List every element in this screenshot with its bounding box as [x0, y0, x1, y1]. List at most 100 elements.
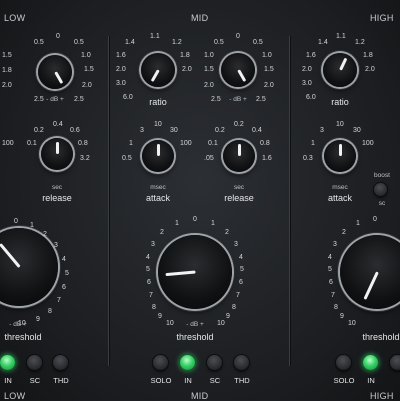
scale-label: 1.5	[84, 66, 94, 73]
scale-label: 5	[328, 266, 332, 273]
high-sc-button[interactable]	[390, 355, 400, 370]
mid-ratio-knob[interactable]	[141, 53, 175, 87]
scale-label: 0.2	[34, 127, 44, 134]
scale-label: 1.0	[262, 52, 272, 59]
low-in-button[interactable]	[0, 355, 15, 370]
scale-label: 4	[146, 254, 150, 261]
scale-label: 7	[236, 292, 240, 299]
db-unit: - dB +	[46, 96, 64, 103]
band-label-mid: MID	[191, 13, 209, 23]
mid-attack-knob[interactable]	[142, 140, 174, 172]
threshold-label: threshold	[176, 332, 214, 342]
mid-in-label: IN	[184, 376, 192, 385]
release-label: release	[224, 193, 254, 203]
scale-label: 100	[2, 140, 14, 147]
boost-button[interactable]	[374, 183, 387, 196]
low-gain-knob[interactable]	[38, 55, 72, 89]
sc-label: sc	[378, 200, 386, 207]
high-ratio-knob[interactable]	[323, 53, 357, 87]
scale-label: .05	[204, 155, 214, 162]
band-label-low: LOW	[4, 13, 26, 23]
scale-label: 3	[234, 241, 238, 248]
scale-label: 10	[217, 320, 225, 327]
scale-label: 0.8	[78, 140, 88, 147]
high-in-label: IN	[367, 376, 375, 385]
scale-label: 5	[65, 270, 69, 277]
scale-label: 4	[328, 254, 332, 261]
scale-label: 0	[236, 33, 240, 40]
scale-label: 0.5	[34, 39, 44, 46]
low-release-knob[interactable]	[41, 138, 73, 170]
scale-label: 1.5	[264, 66, 274, 73]
band-divider	[108, 36, 109, 366]
attack-unit: msec	[150, 184, 166, 191]
scale-label: 0.2	[234, 121, 244, 128]
release-label: release	[42, 193, 72, 203]
scale-label: 3	[151, 241, 155, 248]
scale-label: 1.5	[204, 66, 214, 73]
scale-label: 1.6	[306, 52, 316, 59]
low-threshold-knob[interactable]	[0, 228, 58, 306]
db-unit: - dB +	[186, 321, 204, 328]
scale-label: 5	[146, 266, 150, 273]
mid-thd-label: THD	[234, 376, 250, 385]
scale-label: 1	[175, 220, 179, 227]
scale-label: 2.0	[2, 82, 12, 89]
high-in-button[interactable]	[363, 355, 378, 370]
scale-label: 0	[373, 216, 377, 223]
scale-label: 1	[356, 220, 360, 227]
attack-label: attack	[145, 193, 170, 203]
scale-label: 2.5	[256, 96, 266, 103]
scale-label: 6	[329, 279, 333, 286]
scale-label: 10	[336, 121, 344, 128]
scale-label: 0.4	[252, 127, 262, 134]
scale-label: 9	[226, 313, 230, 320]
scale-label: 4	[239, 254, 243, 261]
scale-label: 1.0	[204, 52, 214, 59]
scale-label: 7	[57, 297, 61, 304]
scale-label: 9	[158, 313, 162, 320]
high-threshold-knob[interactable]	[340, 235, 400, 309]
scale-label: 2	[43, 231, 47, 238]
band-label-high: HIGH	[370, 13, 394, 23]
band-divider	[289, 36, 290, 366]
scale-label: 1.2	[355, 39, 365, 46]
release-unit: sec	[233, 184, 245, 191]
scale-label: 1.8	[180, 52, 190, 59]
attack-label: attack	[327, 193, 352, 203]
high-solo-button[interactable]	[336, 355, 351, 370]
scale-label: 1.0	[81, 52, 91, 59]
scale-label: 0.3	[303, 155, 313, 162]
mid-release-knob[interactable]	[223, 140, 255, 172]
scale-label: 6.0	[306, 94, 316, 101]
scale-label: 1.1	[336, 33, 346, 40]
scale-label: 1	[129, 140, 133, 147]
scale-label: 1.2	[172, 39, 182, 46]
scale-label: 8	[48, 308, 52, 315]
mid-sc-button[interactable]	[207, 355, 222, 370]
scale-label: 100	[362, 140, 374, 147]
scale-label: 30	[353, 127, 361, 134]
mid-threshold-knob[interactable]	[158, 235, 232, 309]
scale-label: 3.0	[116, 80, 126, 87]
mid-solo-button[interactable]	[153, 355, 168, 370]
mid-sc-label: SC	[209, 376, 221, 385]
scale-label: 4	[62, 256, 66, 263]
high-attack-knob[interactable]	[324, 140, 356, 172]
db-unit: - dB +	[229, 96, 247, 103]
low-sc-button[interactable]	[27, 355, 42, 370]
mid-thd-button[interactable]	[234, 355, 249, 370]
scale-label: 0	[56, 33, 60, 40]
low-thd-button[interactable]	[53, 355, 68, 370]
scale-label: 0.6	[70, 127, 80, 134]
scale-label: 2.0	[264, 82, 274, 89]
scale-label: 1.6	[262, 155, 272, 162]
scale-label: 10	[154, 121, 162, 128]
scale-label: 2.5	[74, 96, 84, 103]
scale-label: 2.5	[211, 96, 221, 103]
scale-label: 2.0	[204, 82, 214, 89]
scale-label: 3	[320, 127, 324, 134]
mid-gain-knob[interactable]	[221, 53, 255, 87]
scale-label: 0.5	[253, 39, 263, 46]
mid-in-button[interactable]	[180, 355, 195, 370]
